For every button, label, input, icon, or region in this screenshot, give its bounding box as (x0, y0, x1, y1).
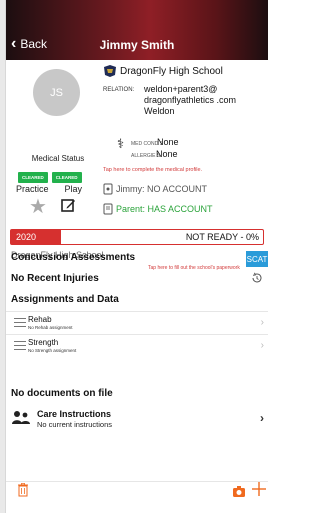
footer-divider (6, 481, 268, 482)
school-name: DragonFly High School (103, 65, 223, 77)
avatar[interactable]: JS (33, 69, 80, 116)
star-icon[interactable]: ★ (29, 197, 47, 217)
care-title: Care Instructions (37, 409, 112, 419)
plus-icon[interactable] (252, 482, 266, 496)
documents-title: No documents on file (11, 388, 113, 399)
parent-account-status[interactable]: Parent: HAS ACCOUNT (103, 203, 213, 215)
injuries-title: No Recent Injuries (11, 273, 99, 284)
school-logo-icon (104, 65, 116, 77)
clearance-badges: CLEARED CLEARED (18, 172, 82, 183)
edit-icon[interactable] (61, 198, 76, 213)
paperwork-link[interactable]: Tap here to fill out the school's paperw… (148, 265, 240, 271)
clearance-labels: Practice Play (16, 184, 82, 194)
year-readiness-bar[interactable]: 2020 NOT READY - 0% (10, 229, 264, 245)
complete-medical-link[interactable]: Tap here to complete the medical profile… (103, 167, 202, 173)
assignment-sub: No Rehab assignment (28, 325, 73, 330)
chevron-right-icon: › (260, 317, 264, 328)
assignment-sub: No Strength assignment (28, 348, 77, 353)
school-label: DragonFly High School (120, 65, 223, 77)
caduceus-icon: ⚕ (117, 136, 125, 151)
assignment-name: Rehab (28, 315, 52, 324)
assignments-title: Assignments and Data (11, 294, 119, 305)
assignment-row-strength[interactable]: Strength No Strength assignment › (6, 334, 268, 357)
practice-label: Practice (16, 184, 49, 194)
care-instructions-row[interactable]: Care Instructions No current instruction… (6, 405, 268, 433)
med-conditions-value: None (157, 137, 179, 147)
concussion-title: Concussion Assessments (11, 252, 136, 263)
phone-frame: ‹ Back Jimmy Smith JS Medical Status CLE… (0, 0, 268, 513)
assignment-name: Strength (28, 338, 59, 347)
allergies-value: None (156, 149, 178, 159)
chevron-right-icon: › (260, 411, 264, 425)
people-icon (12, 411, 30, 424)
device-icon (103, 203, 113, 215)
care-sub: No current instructions (37, 420, 113, 429)
year-label: 2020 (16, 232, 37, 242)
parent-account-label: Parent: HAS ACCOUNT (116, 204, 213, 214)
app-header: ‹ Back Jimmy Smith (6, 0, 268, 60)
menu-lines-icon (14, 341, 26, 351)
athlete-account-label: Jimmy: NO ACCOUNT (116, 184, 207, 194)
practice-cleared-badge: CLEARED (18, 172, 48, 183)
athlete-account-status[interactable]: Jimmy: NO ACCOUNT (103, 183, 207, 195)
history-icon[interactable] (251, 272, 263, 284)
page-title: Jimmy Smith (99, 38, 175, 52)
relation-value: weldon+parent3@ dragonflyathletics .com … (144, 84, 237, 116)
medical-status-label: Medical Status (31, 154, 85, 163)
device-icon (103, 183, 113, 195)
relation-label: RELATION: (103, 87, 135, 93)
trash-icon[interactable] (18, 483, 28, 497)
camera-icon[interactable] (233, 486, 245, 497)
athlete-profile: JS Medical Status CLEARED CLEARED Practi… (6, 60, 268, 225)
menu-lines-icon (14, 318, 26, 328)
assignment-row-rehab[interactable]: Rehab No Rehab assignment › (6, 311, 268, 334)
chevron-right-icon: › (260, 340, 264, 351)
readiness-status: NOT READY - 0% (185, 232, 259, 242)
scat-button[interactable]: SCAT (246, 251, 268, 267)
play-cleared-badge: CLEARED (51, 172, 82, 183)
screen: ‹ Back Jimmy Smith JS Medical Status CLE… (6, 0, 268, 513)
play-label: Play (64, 184, 83, 194)
